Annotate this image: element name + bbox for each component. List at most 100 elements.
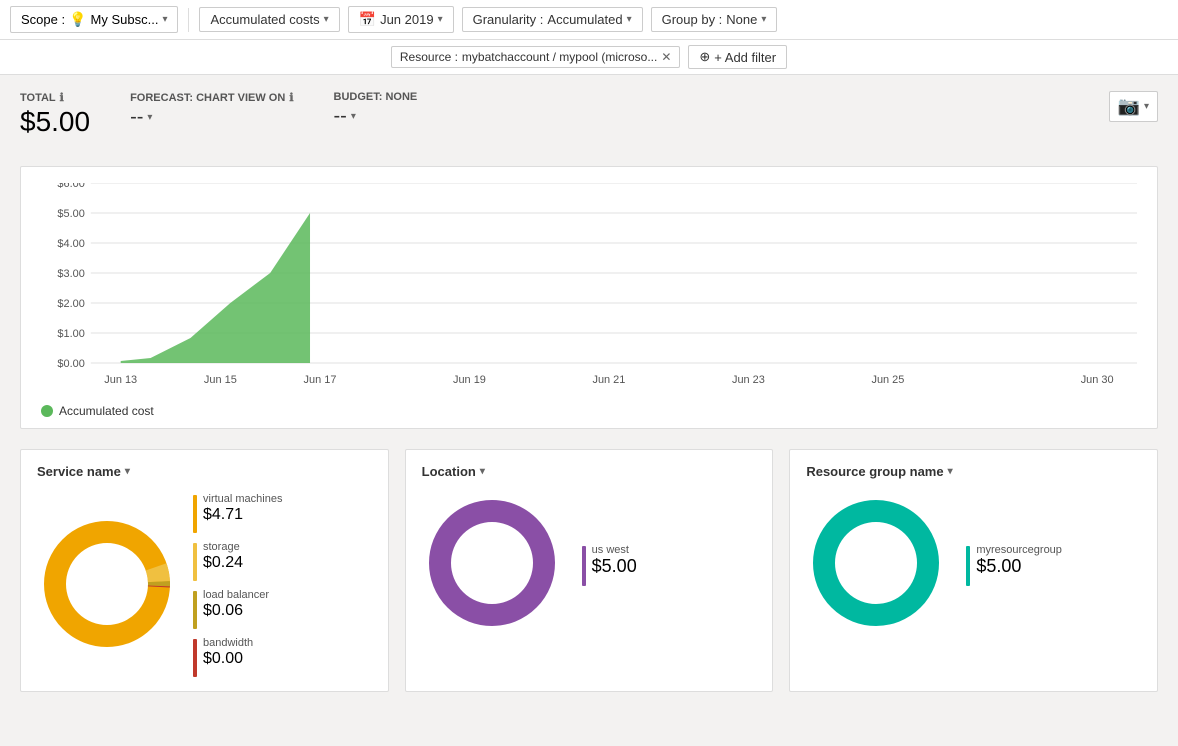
total-label: TOTAL ℹ xyxy=(20,91,90,104)
legend-item-lb: load balancer $0.06 xyxy=(193,589,282,629)
svg-text:Jun 19: Jun 19 xyxy=(453,374,486,386)
storage-label: storage xyxy=(203,541,243,553)
groupby-chevron-icon: ▾ xyxy=(761,14,766,25)
add-filter-button[interactable]: ⊕ + Add filter xyxy=(688,45,787,69)
scope-chevron-icon: ▾ xyxy=(162,14,167,25)
export-icon: 📷 xyxy=(1118,96,1140,117)
accumulated-costs-label: Accumulated costs xyxy=(210,12,319,27)
resource-group-value: $5.00 xyxy=(976,556,1062,577)
date-picker-button[interactable]: 📅 Jun 2019 ▾ xyxy=(348,6,454,33)
toolbar-divider-1 xyxy=(188,8,189,32)
chart-svg-wrap: $6.00 $5.00 $4.00 $3.00 $2.00 $1.00 $0.0… xyxy=(41,183,1137,396)
svg-text:$5.00: $5.00 xyxy=(57,208,84,220)
uswest-label: us west xyxy=(592,544,637,556)
svg-text:Jun 15: Jun 15 xyxy=(204,374,237,386)
total-block: TOTAL ℹ $5.00 xyxy=(20,91,90,138)
resource-filter-value: mybatchaccount / mypool (microso... xyxy=(462,50,657,64)
forecast-block: FORECAST: CHART VIEW ON ℹ -- ▾ xyxy=(130,91,293,129)
resource-group-legend-item: myresourcegroup $5.00 xyxy=(966,544,1062,586)
location-legend: us west $5.00 xyxy=(582,544,637,586)
location-card-body: us west $5.00 xyxy=(422,493,757,636)
service-name-chevron-icon: ▾ xyxy=(125,466,130,477)
accumulated-costs-button[interactable]: Accumulated costs ▾ xyxy=(199,7,339,32)
svg-text:$1.00: $1.00 xyxy=(57,328,84,340)
budget-chevron-icon: ▾ xyxy=(351,111,356,122)
total-info-icon[interactable]: ℹ xyxy=(60,91,64,104)
resource-group-label: myresourcegroup xyxy=(976,544,1062,556)
resource-group-card-header[interactable]: Resource group name ▾ xyxy=(806,464,1141,479)
svg-text:$2.00: $2.00 xyxy=(57,298,84,310)
budget-label: BUDGET: NONE xyxy=(334,91,418,103)
calendar-icon: 📅 xyxy=(359,11,376,28)
export-chevron-icon: ▾ xyxy=(1144,101,1149,112)
uswest-value: $5.00 xyxy=(592,556,637,577)
service-name-title: Service name xyxy=(37,464,121,479)
storage-value: $0.24 xyxy=(203,554,243,572)
lb-label: load balancer xyxy=(203,589,269,601)
granularity-button[interactable]: Granularity : Accumulated ▾ xyxy=(462,7,643,32)
chart-legend: Accumulated cost xyxy=(41,404,1137,418)
chart-svg: $6.00 $5.00 $4.00 $3.00 $2.00 $1.00 $0.0… xyxy=(41,183,1137,393)
service-name-card-header[interactable]: Service name ▾ xyxy=(37,464,372,479)
bw-value: $0.00 xyxy=(203,650,253,668)
service-name-legend: virtual machines $4.71 storage $0.24 xyxy=(193,493,282,677)
svg-text:Jun 30: Jun 30 xyxy=(1081,374,1114,386)
scope-label: Scope : xyxy=(21,12,65,27)
location-donut xyxy=(422,493,562,636)
scope-value: My Subsc... xyxy=(91,12,159,27)
granularity-label: Granularity : xyxy=(473,12,544,27)
legend-item-vm: virtual machines $4.71 xyxy=(193,493,282,533)
resource-group-card-body: myresourcegroup $5.00 xyxy=(806,493,1141,636)
groupby-button[interactable]: Group by : None ▾ xyxy=(651,7,778,32)
forecast-label: FORECAST: CHART VIEW ON ℹ xyxy=(130,91,293,104)
lb-value: $0.06 xyxy=(203,602,269,620)
bw-label: bandwidth xyxy=(203,637,253,649)
service-name-card: Service name ▾ xyxy=(20,449,389,692)
granularity-value: Accumulated xyxy=(547,12,622,27)
resource-filter-label: Resource : xyxy=(400,50,458,64)
service-name-donut xyxy=(37,514,177,657)
date-label: Jun 2019 xyxy=(380,12,434,27)
date-chevron-icon: ▾ xyxy=(438,14,443,25)
cost-chart: $6.00 $5.00 $4.00 $3.00 $2.00 $1.00 $0.0… xyxy=(20,166,1158,429)
main-content: TOTAL ℹ $5.00 FORECAST: CHART VIEW ON ℹ … xyxy=(0,75,1178,708)
location-chevron-icon: ▾ xyxy=(480,466,485,477)
service-donut-svg xyxy=(37,514,177,654)
svg-text:$6.00: $6.00 xyxy=(57,183,84,190)
main-toolbar: Scope : 💡 My Subsc... ▾ Accumulated cost… xyxy=(0,0,1178,40)
legend-color-storage xyxy=(193,543,197,581)
svg-text:Jun 13: Jun 13 xyxy=(104,374,137,386)
svg-text:$4.00: $4.00 xyxy=(57,238,84,250)
location-card: Location ▾ us west $5.00 xyxy=(405,449,774,692)
location-legend-item-uswest: us west $5.00 xyxy=(582,544,637,586)
forecast-value: -- ▾ xyxy=(130,106,293,129)
svg-text:Jun 21: Jun 21 xyxy=(592,374,625,386)
cards-row: Service name ▾ xyxy=(20,449,1158,692)
legend-dot-accumulated xyxy=(41,405,53,417)
resource-group-chevron-icon: ▾ xyxy=(948,466,953,477)
accumulated-costs-chevron-icon: ▾ xyxy=(324,14,329,25)
legend-color-bw xyxy=(193,639,197,677)
groupby-value: None xyxy=(726,12,757,27)
filter-toolbar: Resource : mybatchaccount / mypool (micr… xyxy=(0,40,1178,75)
resource-group-title: Resource group name xyxy=(806,464,943,479)
add-filter-label: + Add filter xyxy=(714,50,776,65)
service-name-card-body: virtual machines $4.71 storage $0.24 xyxy=(37,493,372,677)
resource-filter-close-icon[interactable]: ✕ xyxy=(661,50,671,64)
chart-legend-label: Accumulated cost xyxy=(59,404,154,418)
scope-button[interactable]: Scope : 💡 My Subsc... ▾ xyxy=(10,6,178,33)
forecast-chevron-icon: ▾ xyxy=(147,112,152,123)
legend-item-storage: storage $0.24 xyxy=(193,541,282,581)
export-button[interactable]: 📷 ▾ xyxy=(1109,91,1158,122)
chart-area xyxy=(121,213,310,363)
svg-text:Jun 17: Jun 17 xyxy=(304,374,337,386)
forecast-info-icon[interactable]: ℹ xyxy=(289,91,293,104)
svg-text:Jun 23: Jun 23 xyxy=(732,374,765,386)
vm-value: $4.71 xyxy=(203,506,282,524)
groupby-label: Group by : xyxy=(662,12,723,27)
budget-value: -- ▾ xyxy=(334,105,418,128)
legend-color-vm xyxy=(193,495,197,533)
svg-text:$3.00: $3.00 xyxy=(57,268,84,280)
location-color-uswest xyxy=(582,546,586,586)
location-card-header[interactable]: Location ▾ xyxy=(422,464,757,479)
